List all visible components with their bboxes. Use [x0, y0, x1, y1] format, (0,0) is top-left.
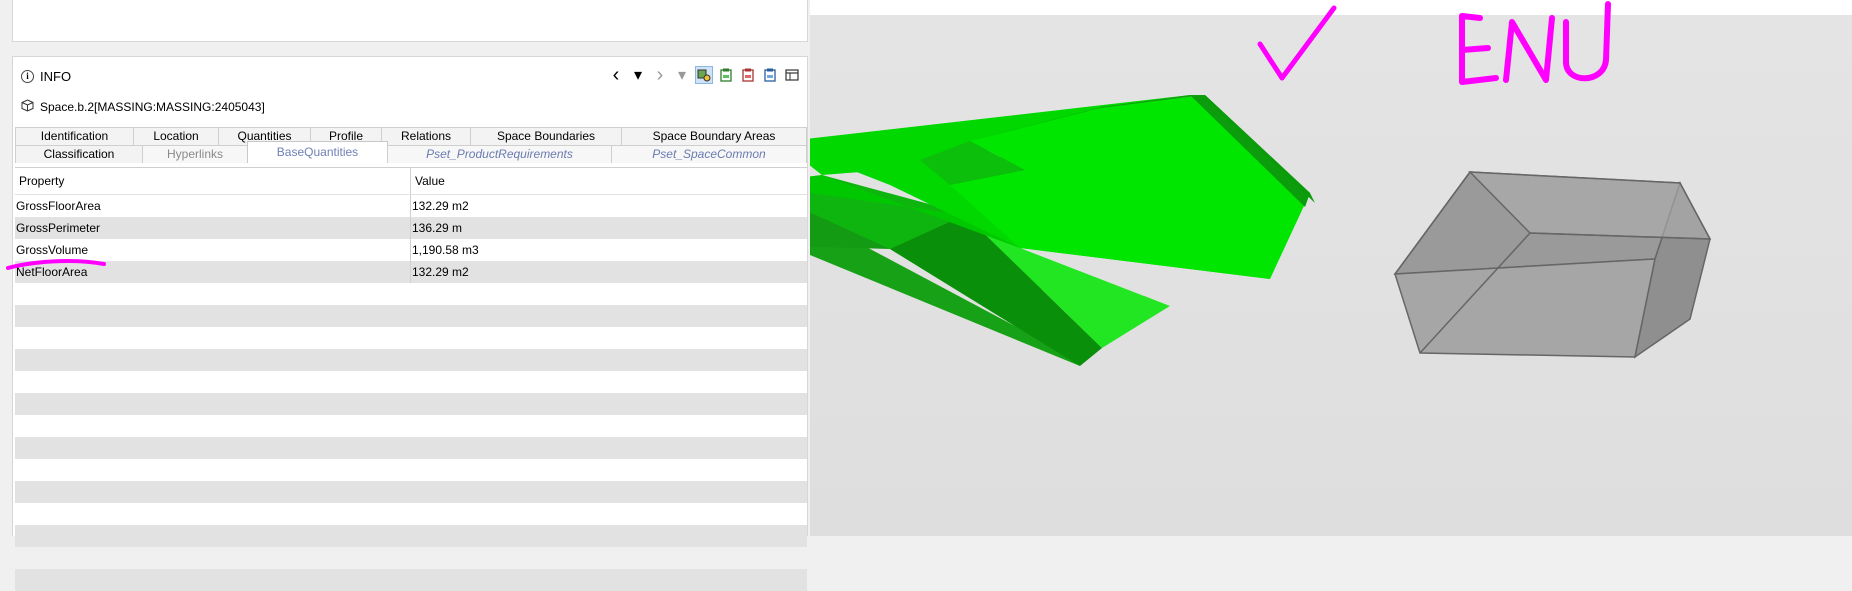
empty-row — [15, 547, 807, 569]
empty-row — [15, 283, 807, 305]
3d-viewport[interactable] — [748, 15, 1852, 536]
entity-row: Space.b.2[MASSING:MASSING:2405043] — [21, 99, 265, 115]
link-selection-icon[interactable] — [695, 66, 713, 84]
table-row[interactable]: GrossVolume 1,190.58 m3 — [15, 239, 807, 261]
tab-identification[interactable]: Identification — [15, 127, 134, 145]
empty-row — [15, 349, 807, 371]
tab-basequantities[interactable]: BaseQuantities — [247, 141, 388, 163]
back-button[interactable]: ‹ — [607, 64, 625, 86]
property-cell: GrossVolume — [15, 239, 411, 261]
forward-button[interactable]: › — [651, 64, 669, 86]
empty-row — [15, 371, 807, 393]
tab-row-1: Identification Location Quantities Profi… — [15, 127, 807, 145]
empty-row — [15, 459, 807, 481]
viewport-top-strip — [810, 0, 1852, 15]
empty-row — [15, 569, 807, 591]
info-icon: i — [21, 70, 34, 83]
history-dropdown-icon[interactable]: ▾ — [629, 66, 647, 84]
column-header-property[interactable]: Property — [15, 168, 411, 194]
tab-space-boundary-areas[interactable]: Space Boundary Areas — [621, 127, 807, 145]
info-title-label: INFO — [40, 69, 72, 84]
empty-row — [15, 393, 807, 415]
tab-location[interactable]: Location — [133, 127, 219, 145]
empty-row — [15, 437, 807, 459]
tab-pset-spacecommon[interactable]: Pset_SpaceCommon — [611, 145, 807, 163]
tab-row-2: Classification Hyperlinks BaseQuantities… — [15, 141, 807, 163]
cube-icon — [21, 99, 34, 115]
properties-table: Property Value GrossFloorArea 132.29 m2 … — [15, 167, 807, 591]
forward-dropdown-icon[interactable]: ▾ — [673, 66, 691, 84]
clipboard-red-icon[interactable] — [739, 66, 757, 84]
top-panel — [12, 0, 808, 42]
tab-classification[interactable]: Classification — [15, 145, 143, 163]
clipboard-blue-icon[interactable] — [761, 66, 779, 84]
clipboard-green-icon[interactable] — [717, 66, 735, 84]
property-cell: GrossFloorArea — [15, 195, 411, 217]
table-row[interactable]: NetFloorArea 132.29 m2 — [15, 261, 807, 283]
table-header: Property Value — [15, 168, 807, 195]
info-title: i INFO — [21, 69, 71, 84]
property-cell: GrossPerimeter — [15, 217, 411, 239]
info-panel: i INFO ‹ ▾ › ▾ Space.b.2[MASSING:MASSING… — [12, 56, 808, 591]
value-cell: 136.29 m — [412, 221, 463, 235]
empty-row — [15, 525, 807, 547]
empty-row — [15, 503, 807, 525]
value-cell: 132.29 m2 — [412, 199, 469, 213]
empty-row — [15, 327, 807, 349]
viewport-canvas — [748, 95, 1712, 366]
tab-space-boundaries[interactable]: Space Boundaries — [470, 127, 622, 145]
value-cell: 1,190.58 m3 — [412, 243, 479, 257]
window-icon[interactable] — [783, 66, 801, 84]
empty-row — [15, 481, 807, 503]
column-header-value[interactable]: Value — [411, 168, 807, 194]
table-row[interactable]: GrossFloorArea 132.29 m2 — [15, 195, 807, 217]
table-row[interactable]: GrossPerimeter 136.29 m — [15, 217, 807, 239]
property-tabs: Identification Location Quantities Profi… — [15, 127, 807, 163]
tab-relations[interactable]: Relations — [381, 127, 471, 145]
tab-hyperlinks[interactable]: Hyperlinks — [142, 145, 248, 163]
empty-row — [15, 305, 807, 327]
green-space-solid[interactable] — [748, 95, 1315, 366]
info-header: i INFO ‹ ▾ › ▾ — [13, 57, 807, 93]
value-cell: 132.29 m2 — [412, 265, 469, 279]
left-pane: i INFO ‹ ▾ › ▾ Space.b.2[MASSING:MASSING… — [0, 0, 810, 591]
gray-box-solid[interactable] — [1393, 171, 1712, 359]
tab-pset-productrequirements[interactable]: Pset_ProductRequirements — [387, 145, 612, 163]
info-toolbar: ‹ ▾ › ▾ — [607, 64, 801, 86]
empty-row — [15, 415, 807, 437]
property-cell: NetFloorArea — [15, 261, 411, 283]
entity-label: Space.b.2[MASSING:MASSING:2405043] — [40, 100, 265, 114]
